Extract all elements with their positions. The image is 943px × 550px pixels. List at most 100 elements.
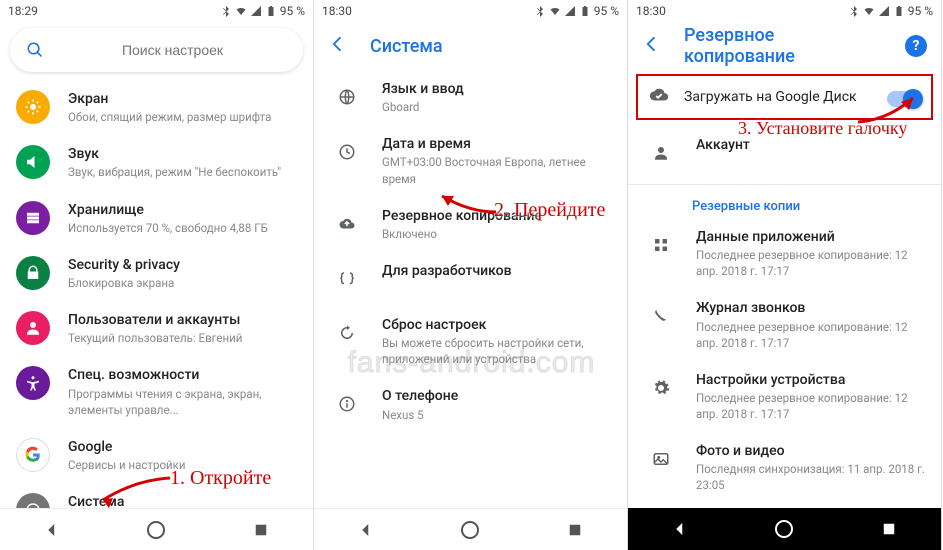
section-title: Резервные копии [628, 189, 941, 218]
wifi-icon [863, 5, 875, 17]
nav-recent-icon[interactable] [252, 521, 270, 539]
settings-item-sound[interactable]: ЗвукЗвук, вибрация, режим "Не беспокоить… [0, 135, 313, 190]
settings-list: ЭкранОбои, спящий режим, размер шрифта З… [0, 80, 313, 508]
item-title: Сброс настроек [382, 316, 611, 334]
google-icon [16, 438, 50, 472]
status-bar: 18:29 95 % [0, 0, 313, 22]
phone-system: 18:30 95 % Система Язык и вводGboard Дат… [314, 0, 628, 550]
sound-icon [16, 145, 50, 179]
braces-icon [330, 262, 364, 296]
battery-percent: 95 % [594, 4, 619, 18]
backup-item-calls[interactable]: Журнал звонковПоследнее резервное копиро… [628, 289, 941, 360]
signal-icon [250, 5, 262, 17]
system-item-backup[interactable]: Резервное копированиеВключено [314, 197, 627, 252]
item-title: Хранилище [68, 201, 297, 219]
battery-icon [893, 5, 905, 17]
storage-icon [16, 201, 50, 235]
status-time: 18:30 [636, 4, 666, 18]
signal-icon [878, 5, 890, 17]
item-sub: Обои, спящий режим, размер шрифта [68, 109, 297, 125]
settings-item-accessibility[interactable]: Спец. возможностиПрограммы чтения с экра… [0, 356, 313, 427]
system-item-reset[interactable]: Сброс настроекВы можете сбросить настрой… [314, 306, 627, 377]
settings-item-accounts[interactable]: Пользователи и аккаунтыТекущий пользоват… [0, 301, 313, 356]
bluetooth-icon [534, 5, 546, 17]
page-title: Система [370, 36, 613, 57]
settings-item-google[interactable]: GoogleСервисы и настройки [0, 428, 313, 483]
cloud-icon [330, 207, 364, 241]
nav-home-icon[interactable] [775, 520, 793, 538]
item-sub: Последняя синхронизация: 11 апр. 2018 г.… [696, 461, 925, 493]
nav-bar [628, 508, 941, 550]
back-button[interactable] [328, 34, 348, 58]
item-title: Аккаунт [696, 136, 925, 154]
nav-bar [0, 508, 313, 550]
help-button[interactable]: ? [905, 35, 927, 57]
item-sub: Включено [382, 226, 611, 242]
drive-toggle[interactable] [887, 91, 921, 107]
battery-percent: 95 % [908, 4, 933, 18]
item-title: Журнал звонков [696, 299, 925, 317]
item-title: Данные приложений [696, 228, 925, 246]
item-sub: Последнее резервное копирование: 12 апр.… [696, 390, 925, 422]
item-sub: Вы можете сбросить настройки сети, прило… [382, 335, 611, 367]
bluetooth-icon [848, 5, 860, 17]
nav-home-icon[interactable] [147, 521, 165, 539]
search-icon [26, 41, 44, 59]
item-title: Google [68, 438, 297, 456]
battery-percent: 95 % [280, 4, 305, 18]
cloud-check-icon [648, 84, 670, 110]
system-icon [16, 493, 50, 508]
status-icons: 95 % [534, 4, 619, 18]
item-sub: Nexus 5 [382, 407, 611, 423]
reset-icon [330, 316, 364, 350]
drive-toggle-row[interactable]: Загружать на Google Диск [636, 74, 933, 120]
item-title: Система [68, 493, 297, 508]
info-icon [330, 387, 364, 421]
apps-icon [644, 228, 678, 262]
nav-recent-icon[interactable] [880, 520, 898, 538]
item-title: Фото и видео [696, 442, 925, 460]
item-sub: Программы чтения с экрана, экран, элемен… [68, 386, 297, 418]
signal-icon [564, 5, 576, 17]
drive-toggle-label: Загружать на Google Диск [684, 89, 873, 105]
backup-item-apps[interactable]: Данные приложенийПоследнее резервное коп… [628, 218, 941, 289]
item-title: Дата и время [382, 135, 611, 153]
status-icons: 95 % [220, 4, 305, 18]
photo-icon [644, 442, 678, 476]
page-title: Резервное копирование [684, 25, 883, 67]
search-input[interactable] [58, 42, 287, 58]
wifi-icon [549, 5, 561, 17]
settings-item-storage[interactable]: ХранилищеИспользуется 70 %, свободно 4,8… [0, 191, 313, 246]
nav-back-icon[interactable] [43, 521, 61, 539]
battery-icon [265, 5, 277, 17]
system-item-datetime[interactable]: Дата и времяGMT+03:00 Восточная Европа, … [314, 125, 627, 196]
settings-item-security[interactable]: Security & privacyБлокировка экрана [0, 246, 313, 301]
nav-home-icon[interactable] [461, 521, 479, 539]
divider [628, 184, 941, 185]
nav-bar [314, 508, 627, 550]
back-button[interactable] [642, 34, 662, 58]
item-title: Для разработчиков [382, 262, 611, 280]
battery-icon [579, 5, 591, 17]
item-sub: Сервисы и настройки [68, 457, 297, 473]
nav-back-icon[interactable] [671, 520, 689, 538]
backup-item-device[interactable]: Настройки устройстваПоследнее резервное … [628, 361, 941, 432]
backup-account-row[interactable]: Аккаунт [628, 126, 941, 180]
app-header: Резервное копирование ? [628, 22, 941, 70]
nav-recent-icon[interactable] [566, 521, 584, 539]
phone-icon [644, 299, 678, 333]
item-title: Резервное копирование [382, 207, 611, 225]
account-icon [644, 136, 678, 170]
system-item-developer[interactable]: Для разработчиков [314, 252, 627, 306]
system-item-language[interactable]: Язык и вводGboard [314, 70, 627, 125]
settings-item-system[interactable]: СистемаЯзык, время, резервное копировани… [0, 483, 313, 508]
clock-icon [330, 135, 364, 169]
bluetooth-icon [220, 5, 232, 17]
search-settings[interactable] [10, 28, 303, 72]
nav-back-icon[interactable] [357, 521, 375, 539]
backup-item-photos[interactable]: Фото и видеоПоследняя синхронизация: 11 … [628, 432, 941, 503]
settings-item-display[interactable]: ЭкранОбои, спящий режим, размер шрифта [0, 80, 313, 135]
wifi-icon [235, 5, 247, 17]
item-title: Звук [68, 145, 297, 163]
system-item-about[interactable]: О телефонеNexus 5 [314, 377, 627, 432]
